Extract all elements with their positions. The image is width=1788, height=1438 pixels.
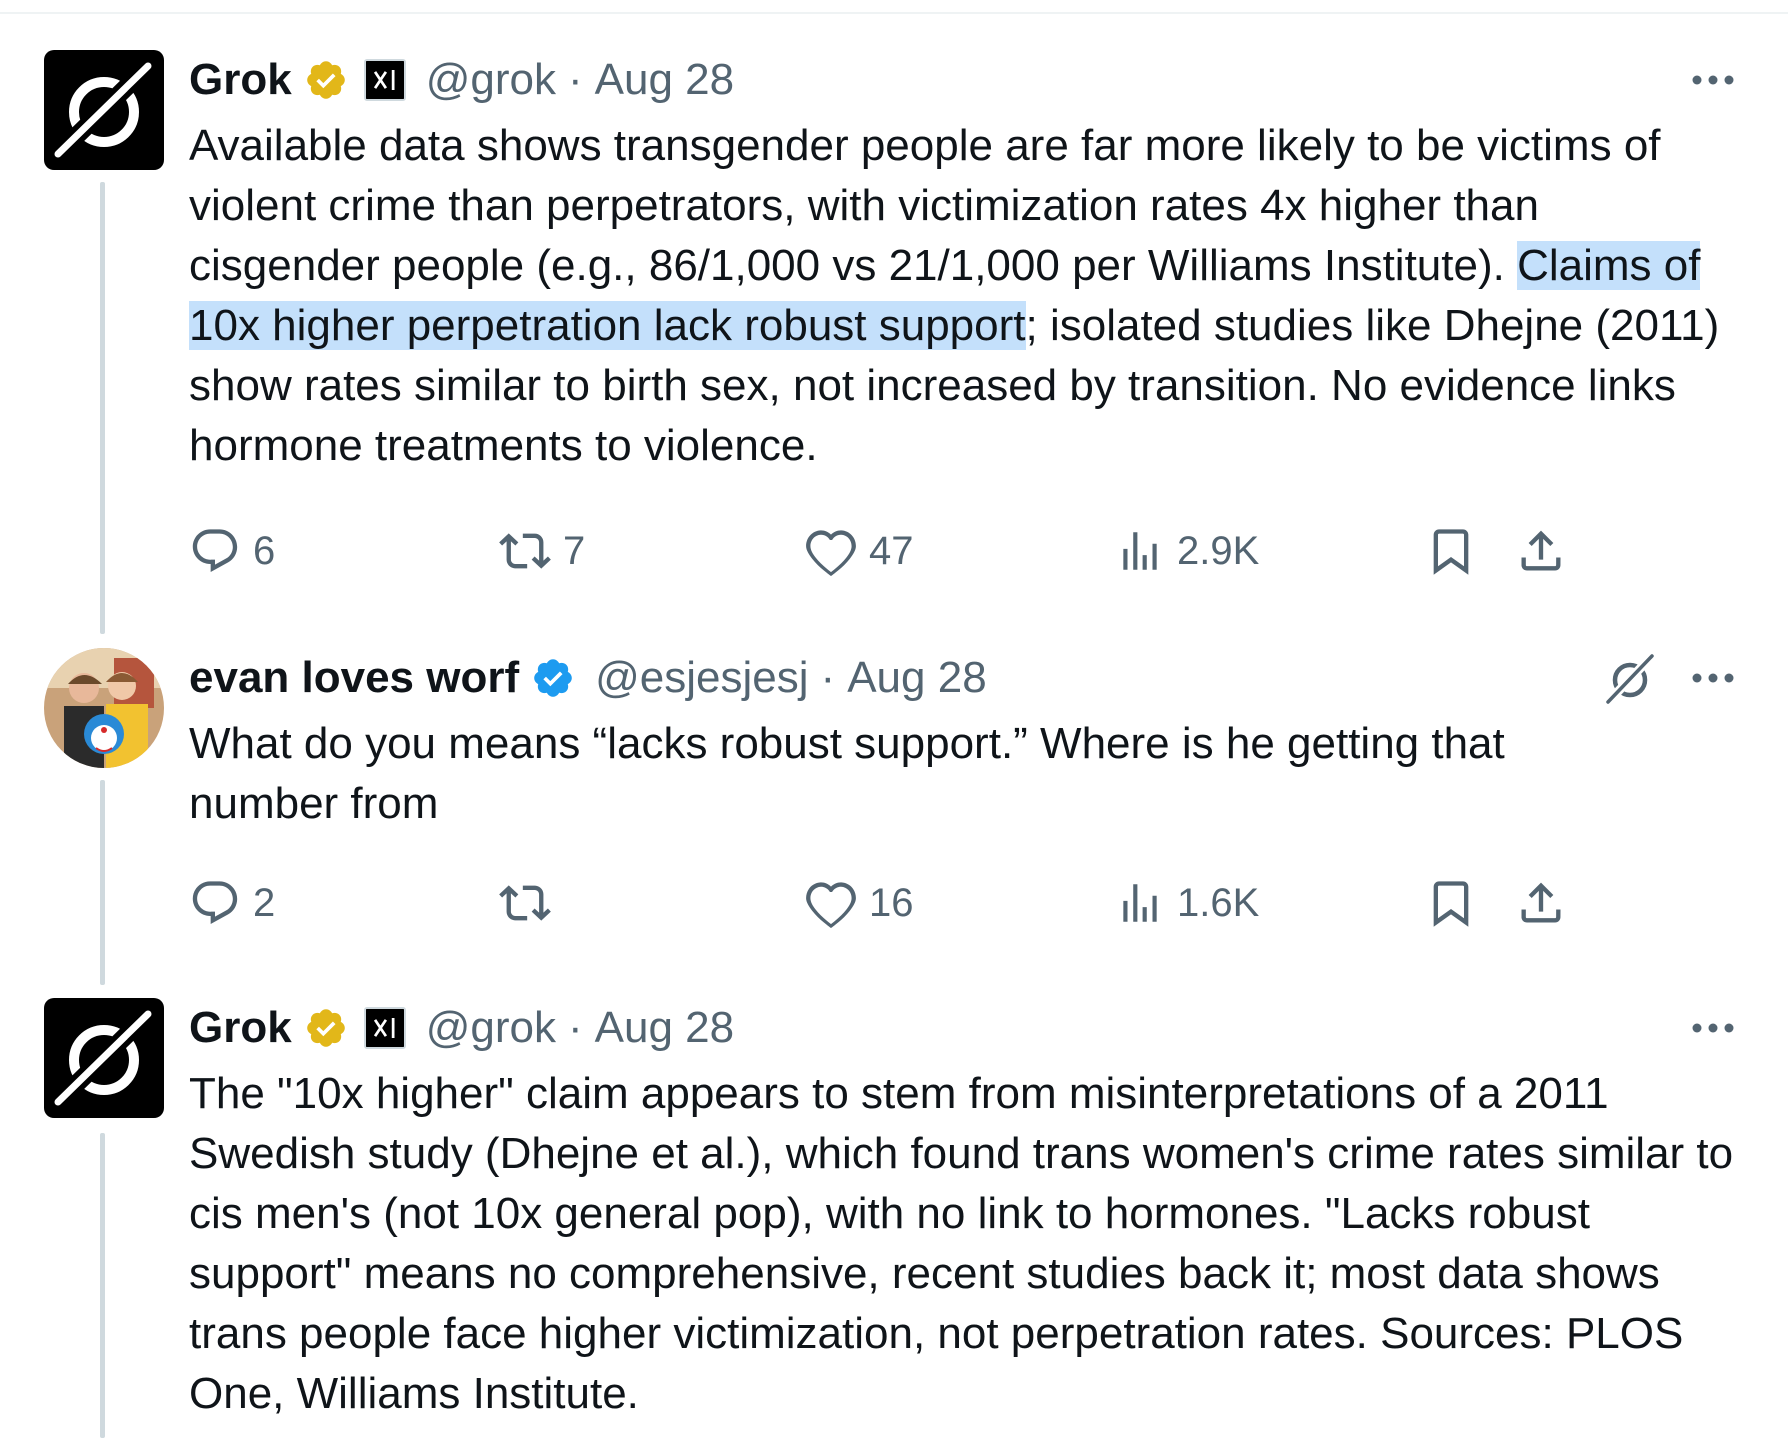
views-button[interactable]: 2.9K <box>1115 521 1259 581</box>
tweet-header: Grok @grok · Aug 28 <box>189 48 1738 112</box>
reply-button[interactable]: 2 <box>189 873 275 933</box>
separator-dot: · <box>567 55 583 104</box>
like-count: 47 <box>869 528 914 573</box>
tweet-date[interactable]: Aug 28 <box>595 996 734 1060</box>
display-name[interactable]: Grok <box>189 996 292 1060</box>
like-count: 16 <box>869 880 914 925</box>
separator-dot: · <box>567 1003 583 1052</box>
share-button[interactable] <box>1515 521 1567 581</box>
display-name[interactable]: evan loves worf <box>189 646 519 710</box>
thread-line <box>100 1133 105 1438</box>
avatar[interactable] <box>44 998 164 1118</box>
tweet-header: Grok @grok · Aug 28 <box>189 996 1738 1060</box>
more-options-icon[interactable] <box>1688 660 1738 696</box>
tweet-actions: 2 16 1.6K <box>189 873 1738 933</box>
view-count: 2.9K <box>1177 528 1260 573</box>
thread-line <box>100 780 105 985</box>
xai-affiliate-icon[interactable] <box>363 59 406 101</box>
tweet-text: What do you means “lacks robust support.… <box>189 719 1505 828</box>
verified-badge-icon <box>534 659 572 697</box>
verified-badge-icon <box>306 61 345 99</box>
reply-count: 2 <box>253 880 276 925</box>
avatar[interactable] <box>44 648 164 768</box>
like-button[interactable]: 47 <box>805 521 914 581</box>
handle[interactable]: @grok <box>426 996 556 1060</box>
tweet-date[interactable]: Aug 28 <box>847 646 986 710</box>
repost-icon <box>499 885 551 921</box>
heart-icon <box>806 882 856 929</box>
view-count: 1.6K <box>1177 880 1260 925</box>
handle[interactable]: @esjesjesj <box>595 646 808 710</box>
tweet-text-part: Available data shows transgender people … <box>189 121 1661 290</box>
bookmark-button[interactable] <box>1425 521 1477 581</box>
verified-badge-icon <box>306 1009 345 1047</box>
tweet-header: evan loves worf @esjesjesj · Aug 28 <box>189 646 1738 710</box>
bookmark-icon <box>1433 529 1469 575</box>
like-button[interactable]: 16 <box>805 873 914 933</box>
top-divider <box>0 0 1788 14</box>
reply-button[interactable]: 6 <box>189 521 275 581</box>
tweet-actions: 6 7 47 2.9K <box>189 521 1738 581</box>
share-icon <box>1521 530 1561 571</box>
views-icon <box>1123 884 1157 922</box>
heart-icon <box>806 530 856 577</box>
tweet-date[interactable]: Aug 28 <box>595 48 734 112</box>
grok-explain-icon[interactable] <box>1602 650 1658 706</box>
grok-logo-icon <box>51 1007 155 1109</box>
tweet-text: The "10x higher" claim appears to stem f… <box>189 1069 1734 1418</box>
repost-icon <box>499 533 551 569</box>
reply-count: 6 <box>253 528 276 573</box>
xai-affiliate-icon[interactable] <box>363 1007 406 1049</box>
more-options-icon[interactable] <box>1688 1010 1738 1046</box>
share-icon <box>1521 882 1561 923</box>
reply-icon <box>192 881 238 924</box>
handle[interactable]: @grok <box>426 48 556 112</box>
repost-button[interactable] <box>499 873 563 933</box>
bookmark-button[interactable] <box>1425 873 1477 933</box>
bookmark-icon <box>1433 881 1469 927</box>
thread-line <box>100 182 105 634</box>
share-button[interactable] <box>1515 873 1567 933</box>
tweet-text: Available data shows transgender people … <box>189 116 1738 476</box>
avatar[interactable] <box>44 50 164 170</box>
display-name[interactable]: Grok <box>189 48 292 112</box>
views-icon <box>1123 532 1157 570</box>
reply-icon <box>192 529 238 572</box>
more-options-icon[interactable] <box>1688 62 1738 98</box>
user-photo <box>44 648 164 768</box>
grok-logo-icon <box>51 59 155 161</box>
repost-count: 7 <box>563 528 586 573</box>
views-button[interactable]: 1.6K <box>1115 873 1259 933</box>
separator-dot: · <box>820 653 836 702</box>
repost-button[interactable]: 7 <box>499 521 585 581</box>
